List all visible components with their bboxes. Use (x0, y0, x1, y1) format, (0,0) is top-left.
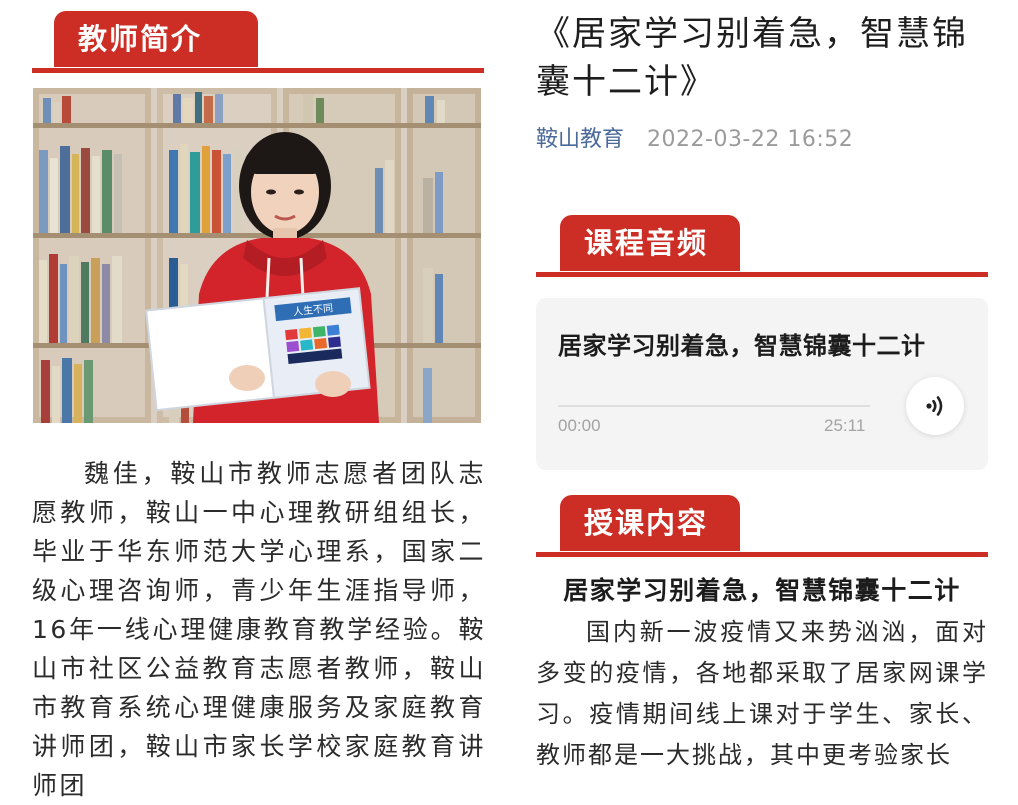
audio-play-button[interactable] (906, 377, 964, 435)
lesson-content-tab: 授课内容 (560, 495, 740, 551)
author-link[interactable]: 鞍山教育 (536, 127, 624, 152)
course-audio-tab: 课程音频 (560, 215, 740, 271)
audio-progress-bar[interactable] (558, 405, 870, 407)
article-title: 《居家学习别着急，智慧锦囊十二计》 (536, 14, 968, 102)
teacher-intro-tab: 教师简介 (54, 11, 258, 67)
teacher-photo: 人生不同 (33, 88, 481, 423)
audio-duration: 25:11 (824, 416, 866, 435)
teacher-intro-rule (32, 68, 484, 73)
lesson-heading: 居家学习别着急，智慧锦囊十二计 (563, 576, 961, 605)
course-audio-header: 课程音频 (536, 215, 988, 277)
audio-player: 居家学习别着急，智慧锦囊十二计 00:00 25:11 (536, 298, 988, 470)
article-meta: 鞍山教育 2022-03-22 16:52 (536, 124, 853, 156)
sound-wave-icon (926, 396, 943, 416)
lesson-content-rule (536, 552, 988, 557)
teacher-intro-header: 教师简介 (32, 11, 484, 73)
audio-track-title: 居家学习别着急，智慧锦囊十二计 (558, 332, 926, 360)
lesson-content-header: 授课内容 (536, 495, 988, 557)
teacher-bio: 魏佳，鞍山市教师志愿者团队志愿教师，鞍山一中心理教研组组长，毕业于华东师范大学心… (32, 459, 486, 800)
course-audio-rule (536, 272, 988, 277)
lesson-body: 国内新一波疫情又来势汹汹，面对多变的疫情，各地都采取了居家网课学习。疫情期间线上… (536, 618, 988, 769)
publish-date: 2022-03-22 16:52 (647, 127, 854, 152)
audio-current-time: 00:00 (558, 416, 601, 435)
